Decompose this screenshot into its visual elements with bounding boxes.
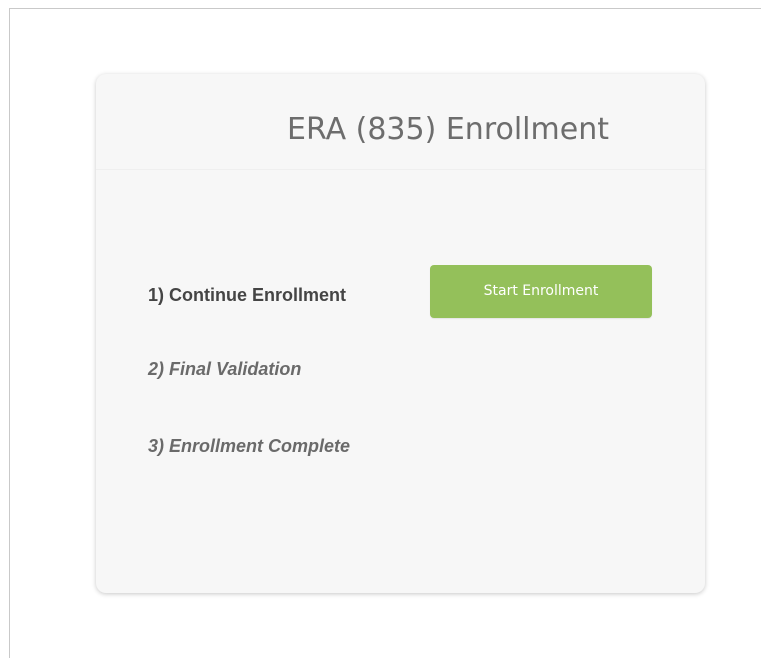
- start-enrollment-button[interactable]: Start Enrollment: [430, 265, 652, 318]
- enrollment-card: ERA (835) Enrollment 1) Continue Enrollm…: [96, 74, 705, 593]
- step-enrollment-complete: 3) Enrollment Complete: [148, 436, 351, 456]
- step-continue-enrollment: 1) Continue Enrollment: [148, 285, 346, 305]
- step-final-validation: 2) Final Validation: [148, 359, 302, 379]
- card-title: ERA (835) Enrollment: [287, 112, 609, 147]
- card-header: ERA (835) Enrollment: [96, 74, 705, 170]
